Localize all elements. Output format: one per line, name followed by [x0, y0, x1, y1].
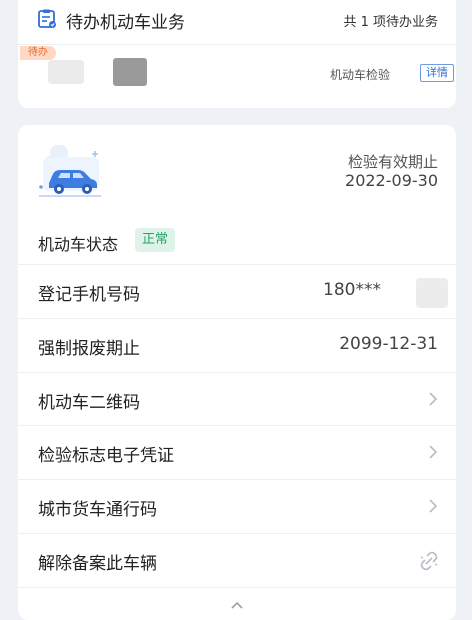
row-label: 强制报废期止: [38, 339, 140, 359]
row-label: 解除备案此车辆: [38, 554, 157, 574]
redacted-plate: [48, 60, 84, 84]
pending-badge: 待办: [20, 46, 56, 60]
divider: [18, 44, 456, 45]
detail-button[interactable]: 详情: [420, 64, 454, 82]
row-truck-pass-code[interactable]: 城市货车通行码: [18, 479, 456, 533]
row-phone: 登记手机号码 180***: [18, 264, 456, 318]
chevron-right-icon: [429, 499, 438, 513]
car-icon: [39, 145, 101, 197]
phone-value: 180***: [323, 280, 381, 300]
expand-row[interactable]: [18, 587, 456, 620]
redacted-plate-number: [113, 58, 147, 86]
row-unbind-vehicle[interactable]: 解除备案此车辆: [18, 533, 456, 587]
row-label: 登记手机号码: [38, 285, 140, 305]
vehicle-info-card: 检验有效期止 2022-09-30 机动车状态 正常 登记手机号码 180***…: [18, 125, 456, 620]
document-icon: [38, 9, 56, 28]
row-label: 检验标志电子凭证: [38, 446, 174, 466]
status-badge: 正常: [135, 228, 176, 252]
row-label: 城市货车通行码: [38, 500, 157, 520]
pending-item-type: 机动车检验: [330, 68, 391, 82]
pending-business-card: 待办机动车业务 共 1 项待办业务 待办 机动车检验 详情: [18, 0, 456, 108]
pending-header: 待办机动车业务 共 1 项待办业务: [18, 0, 456, 38]
validity-date: 2022-09-30: [345, 171, 438, 190]
pending-title: 待办机动车业务: [66, 13, 185, 33]
row-inspection-certificate[interactable]: 检验标志电子凭证: [18, 425, 456, 479]
chevron-up-icon: [231, 601, 243, 609]
redacted-phone: [416, 278, 448, 308]
row-label: 机动车二维码: [38, 393, 140, 413]
chevron-right-icon: [429, 392, 438, 406]
row-scrap-date: 强制报废期止 2099-12-31: [18, 318, 456, 372]
validity-label: 检验有效期止: [347, 153, 438, 171]
scrap-date-value: 2099-12-31: [339, 334, 438, 354]
pending-count: 共 1 项待办业务: [343, 15, 438, 30]
row-vehicle-qr-code[interactable]: 机动车二维码: [18, 372, 456, 426]
unlink-icon: [420, 551, 438, 571]
vehicle-status-label: 机动车状态: [38, 235, 119, 254]
chevron-right-icon: [429, 445, 438, 459]
